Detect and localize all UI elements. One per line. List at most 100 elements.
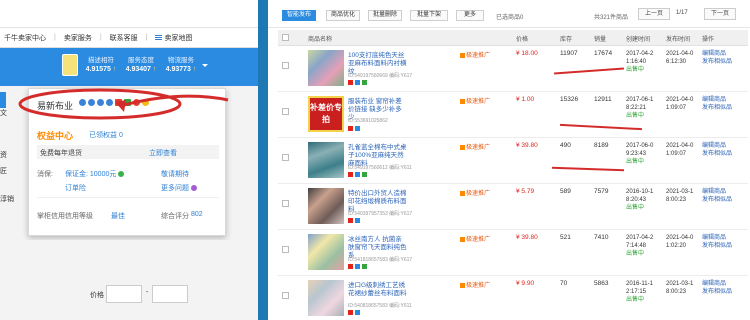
publish-similar-link[interactable]: 发布相似品 xyxy=(702,243,732,249)
product-price[interactable]: ¥ 18.00 xyxy=(516,50,538,57)
col-price[interactable]: 价格 xyxy=(516,34,528,43)
col-name[interactable]: 商品名称 xyxy=(308,34,332,43)
row-checkbox[interactable] xyxy=(282,292,289,299)
product-sales: 5863 xyxy=(594,280,609,287)
row-checkbox[interactable] xyxy=(282,62,289,69)
table-row: 特价出口外贸人造棉印花绉缎棉质布料面料 ID:540397957353 编码:Y… xyxy=(278,184,748,230)
tag-icon xyxy=(348,264,353,269)
product-stock[interactable]: 589 xyxy=(560,188,571,195)
nav-map[interactable]: 卖家地图 xyxy=(155,33,192,43)
price-min-input[interactable] xyxy=(106,285,142,303)
filter-area xyxy=(0,240,258,320)
product-tags xyxy=(348,264,367,269)
promo-tag[interactable]: 极速推广 xyxy=(460,280,490,289)
price-dash: - xyxy=(146,289,149,296)
tag-icon xyxy=(348,80,353,85)
edit-link[interactable]: 编辑商品 xyxy=(702,235,726,241)
more-button[interactable]: 更多 xyxy=(456,10,484,21)
product-id: ID:549197560669 编码:Y617 xyxy=(348,73,413,79)
col-published[interactable]: 发布时间 xyxy=(666,34,690,43)
product-stock[interactable]: 70 xyxy=(560,280,567,287)
product-sales: 12911 xyxy=(594,96,612,103)
publish-similar-link[interactable]: 发布相似品 xyxy=(702,105,732,111)
prev-page-button[interactable]: 上一页 xyxy=(638,8,670,20)
nav-map-label: 卖家地图 xyxy=(164,34,193,42)
promo-tag[interactable]: 极速推广 xyxy=(460,234,490,243)
tag-icon xyxy=(355,172,360,177)
price-max-input[interactable] xyxy=(152,285,188,303)
col-sales[interactable]: 销量 xyxy=(594,34,606,43)
edit-link[interactable]: 编辑商品 xyxy=(702,189,726,195)
row-checkbox[interactable] xyxy=(282,108,289,115)
product-price[interactable]: ¥ 1.00 xyxy=(516,96,534,103)
nav-seller-center[interactable]: 千牛卖家中心 xyxy=(4,33,46,43)
page-indicator: 1/17 xyxy=(676,10,688,16)
product-tags xyxy=(348,310,360,315)
optimize-button[interactable]: 商品优化 xyxy=(326,10,360,21)
row-checkbox[interactable] xyxy=(282,154,289,161)
promo-tag[interactable]: 极速推广 xyxy=(460,188,490,197)
next-page-button[interactable]: 下一页 xyxy=(704,8,736,20)
col-stock[interactable]: 库存 xyxy=(560,34,572,43)
publish-similar-link[interactable]: 发布相似品 xyxy=(702,59,732,65)
tag-icon xyxy=(355,80,360,85)
tag-icon xyxy=(355,264,360,269)
promo-tag[interactable]: 极速推广 xyxy=(460,96,490,105)
credit-level-value: 最佳 xyxy=(111,213,125,220)
nav-seller-service[interactable]: 卖家服务 xyxy=(64,33,92,43)
product-price[interactable]: ¥ 39.80 xyxy=(516,142,538,149)
product-thumbnail[interactable] xyxy=(308,234,344,270)
product-stock[interactable]: 11907 xyxy=(560,50,578,57)
promo-tag[interactable]: 极速推广 xyxy=(460,50,490,59)
smart-publish-button[interactable]: 智能发布 xyxy=(282,10,316,21)
product-id: ID:549197560612 编码:Y611 xyxy=(348,165,412,171)
edit-link[interactable]: 编辑商品 xyxy=(702,281,726,287)
publish-similar-link[interactable]: 发布相似品 xyxy=(702,197,732,203)
tag-icon xyxy=(348,126,353,131)
row-checkbox[interactable] xyxy=(282,246,289,253)
product-tags xyxy=(348,172,367,177)
col-ops: 操作 xyxy=(702,37,715,43)
promo-icon xyxy=(460,144,465,150)
product-thumbnail[interactable] xyxy=(308,50,344,86)
product-thumbnail[interactable] xyxy=(308,142,344,178)
nav-separator: | xyxy=(54,34,56,41)
product-id: ID:553691025862 xyxy=(348,118,388,124)
select-all-checkbox[interactable] xyxy=(282,34,289,41)
status-badge: 出售中 xyxy=(626,297,645,303)
edit-link[interactable]: 编辑商品 xyxy=(702,51,726,57)
created-time: 2017-06-1 8:22:21 出售中 xyxy=(626,97,654,119)
score-label: 物流服务 xyxy=(168,57,194,64)
product-stock[interactable]: 490 xyxy=(560,142,571,149)
chevron-down-icon[interactable] xyxy=(202,64,208,67)
edit-link[interactable]: 编辑商品 xyxy=(702,97,726,103)
product-thumbnail[interactable] xyxy=(308,188,344,224)
status-badge: 出售中 xyxy=(626,67,645,73)
publish-similar-link[interactable]: 发布相似品 xyxy=(702,289,732,295)
product-price[interactable]: ¥ 5.79 xyxy=(516,188,534,195)
table-row: 进口G级刺绣工艺绣花裙纱蕾丝布料面料 ID:540818657583 编码:Y6… xyxy=(278,276,748,320)
top-nav: 千牛卖家中心 | 卖家服务 | 联系客服 | 卖家地图 xyxy=(0,28,258,48)
product-stock[interactable]: 15326 xyxy=(560,96,578,103)
row-checkbox[interactable] xyxy=(282,200,289,207)
annotation-arrow xyxy=(18,88,229,120)
tag-icon xyxy=(355,126,360,131)
col-created[interactable]: 创建时间 xyxy=(626,34,650,43)
promo-tag[interactable]: 极速推广 xyxy=(460,142,490,151)
edit-link[interactable]: 编辑商品 xyxy=(702,143,726,149)
product-title[interactable]: 进口G级刺绣工艺绣花裙纱蕾丝布料面料 xyxy=(348,282,408,298)
bulk-delete-button[interactable]: 批量删除 xyxy=(368,10,402,21)
product-price[interactable]: ¥ 9.90 xyxy=(516,280,534,287)
product-tags xyxy=(348,218,360,223)
nav-separator: | xyxy=(99,34,102,41)
product-price[interactable]: ¥ 39.80 xyxy=(516,234,538,241)
table-row: 100支打底纯色天丝亚麻布料面料内衬横纹 ID:549197560669 编码:… xyxy=(278,46,748,92)
product-thumbnail[interactable]: 补差价专拍 xyxy=(308,96,344,132)
nav-contact[interactable]: 联系客服 xyxy=(110,33,138,43)
publish-similar-link[interactable]: 发布相似品 xyxy=(702,151,732,157)
promo-icon xyxy=(460,98,465,104)
price-label: 价格 xyxy=(90,292,104,299)
product-stock[interactable]: 521 xyxy=(560,234,571,241)
product-thumbnail[interactable] xyxy=(308,280,344,316)
bulk-unlist-button[interactable]: 批量下架 xyxy=(410,10,448,21)
